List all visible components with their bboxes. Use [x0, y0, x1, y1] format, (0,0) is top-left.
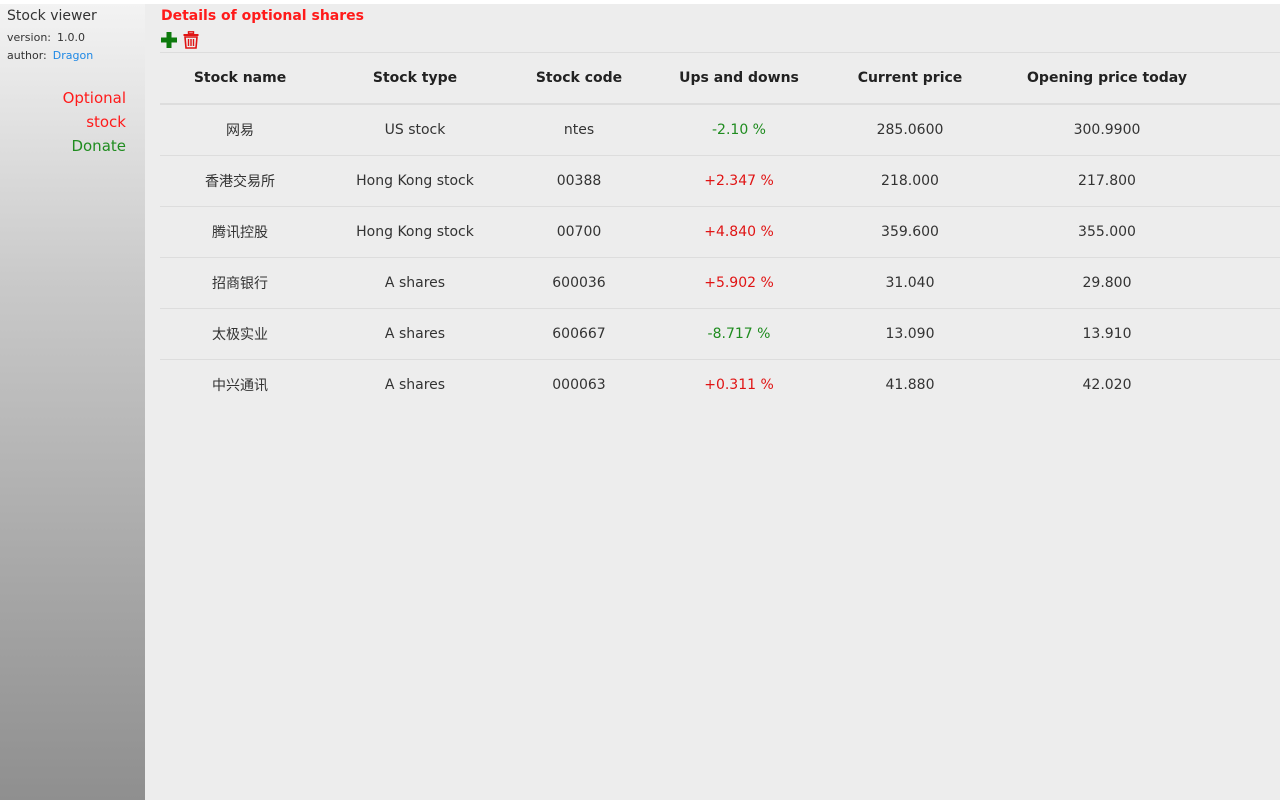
version-label: version:: [7, 31, 51, 44]
cell-stock-code: 00388: [510, 155, 648, 207]
table-row[interactable]: 中兴通讯 A shares 000063 +0.311 % 41.880 42.…: [160, 360, 1280, 411]
cell-stock-type: Hong Kong stock: [320, 155, 510, 207]
cell-stock-code: 600036: [510, 257, 648, 309]
sidebar-item-optional-label-1: Optional: [62, 89, 126, 107]
cell-overflow: [1224, 308, 1280, 360]
cell-opening-price: 217.800: [990, 155, 1224, 207]
version-value: 1.0.0: [57, 31, 85, 44]
cell-current-price: 41.880: [885, 377, 935, 393]
cell-overflow: [1224, 104, 1280, 156]
cell-change-percent: -8.717 %: [648, 308, 830, 360]
cell-change-percent: -2.10 %: [648, 104, 830, 156]
plus-icon: [161, 32, 177, 48]
cell-stock-name: 招商银行: [160, 257, 320, 309]
column-header-opening-price[interactable]: Opening price today: [990, 52, 1224, 105]
version-info: version: 1.0.0: [7, 31, 85, 44]
stock-table: Stock name Stock type Stock code Ups and…: [160, 52, 1280, 410]
cell-stock-name: 中兴通讯: [212, 378, 268, 394]
cell-opening-price: 300.9900: [990, 104, 1224, 156]
column-header-stock-name[interactable]: Stock name: [160, 52, 320, 105]
sidebar-item-optional-stock[interactable]: Optional stock: [6, 86, 126, 134]
table-row[interactable]: 太极实业 A shares 600667 -8.717 % 13.090 13.…: [160, 308, 1280, 360]
add-stock-button[interactable]: [160, 31, 178, 49]
cell-stock-code: 600667: [510, 308, 648, 360]
cell-stock-type: Hong Kong stock: [320, 206, 510, 258]
sidebar-nav: Optional stock Donate: [6, 86, 126, 158]
cell-change-percent: +2.347 %: [648, 155, 830, 207]
cell-overflow: [1224, 257, 1280, 309]
cell-overflow: [1224, 206, 1280, 258]
cell-change-percent: +0.311 %: [704, 377, 774, 393]
cell-stock-type: A shares: [320, 308, 510, 360]
author-info: author: Dragon: [7, 49, 93, 62]
cell-current-price: 31.040: [830, 257, 990, 309]
sidebar: Stock viewer version: 1.0.0 author: Dragon…: [0, 4, 145, 800]
cell-stock-name: 网易: [160, 104, 320, 156]
table-row[interactable]: 网易 US stock ntes -2.10 % 285.0600 300.99…: [160, 104, 1280, 156]
cell-stock-code: 00700: [510, 206, 648, 258]
main-content: Details of optional shares Stock name St…: [145, 4, 1280, 800]
table-header-row: Stock name Stock type Stock code Ups and…: [160, 52, 1280, 105]
cell-current-price: 285.0600: [830, 104, 990, 156]
column-header-yesterday-truncated[interactable]: Ye: [1224, 52, 1280, 105]
cell-stock-code: ntes: [510, 104, 648, 156]
cell-overflow: [1224, 155, 1280, 207]
cell-change-percent: +5.902 %: [648, 257, 830, 309]
cell-stock-code: 000063: [552, 377, 606, 393]
stock-table-container[interactable]: Stock name Stock type Stock code Ups and…: [160, 52, 1280, 410]
delete-stock-button[interactable]: [182, 31, 200, 49]
trash-icon: [183, 31, 199, 49]
column-header-current-price[interactable]: Current price: [830, 52, 990, 105]
cell-current-price: 359.600: [830, 206, 990, 258]
author-label: author:: [7, 49, 47, 62]
app-title: Stock viewer: [7, 8, 97, 24]
cell-opening-price: 355.000: [990, 206, 1224, 258]
sidebar-item-donate[interactable]: Donate: [6, 134, 126, 158]
table-row[interactable]: 香港交易所 Hong Kong stock 00388 +2.347 % 218…: [160, 155, 1280, 207]
cell-stock-type: US stock: [320, 104, 510, 156]
column-header-stock-type[interactable]: Stock type: [320, 52, 510, 105]
cell-stock-name: 腾讯控股: [160, 206, 320, 258]
cell-current-price: 13.090: [830, 308, 990, 360]
cell-overflow: [1224, 360, 1280, 411]
sidebar-item-optional-label-2: stock: [86, 113, 126, 131]
page-title: Details of optional shares: [161, 8, 364, 24]
cell-opening-price: 29.800: [990, 257, 1224, 309]
table-row[interactable]: 腾讯控股 Hong Kong stock 00700 +4.840 % 359.…: [160, 206, 1280, 258]
cell-opening-price: 13.910: [990, 308, 1224, 360]
cell-stock-type: A shares: [320, 257, 510, 309]
cell-stock-name: 香港交易所: [160, 155, 320, 207]
cell-stock-name: 太极实业: [160, 308, 320, 360]
column-header-ups-and-downs[interactable]: Ups and downs: [648, 52, 830, 105]
toolbar: [160, 31, 200, 49]
column-header-stock-code[interactable]: Stock code: [510, 52, 648, 105]
cell-stock-type: A shares: [384, 377, 446, 393]
cell-opening-price: 42.020: [1082, 377, 1132, 393]
author-link[interactable]: Dragon: [53, 49, 93, 62]
table-row[interactable]: 招商银行 A shares 600036 +5.902 % 31.040 29.…: [160, 257, 1280, 309]
cell-current-price: 218.000: [830, 155, 990, 207]
cell-change-percent: +4.840 %: [648, 206, 830, 258]
app-window: Stock viewer version: 1.0.0 author: Dragon…: [0, 0, 1280, 800]
